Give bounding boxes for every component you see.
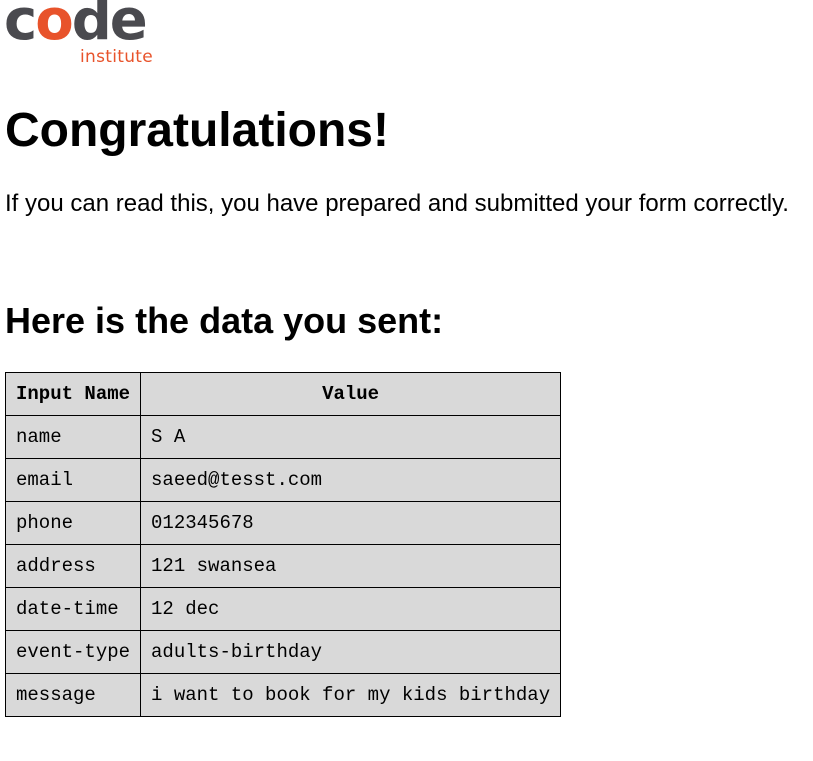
value-cell: i want to book for my kids birthday xyxy=(140,673,562,717)
table-row: event-type adults-birthday xyxy=(4,630,562,674)
section-heading: Here is the data you sent: xyxy=(5,300,444,341)
table-row: phone 012345678 xyxy=(4,501,562,545)
table-row: date-time 12 dec xyxy=(4,587,562,631)
table-row: name S A xyxy=(4,415,562,459)
value-cell: adults-birthday xyxy=(140,630,562,674)
value-cell: 12 dec xyxy=(140,587,562,631)
column-header-input-name: Input Name xyxy=(4,372,142,416)
table-header-row: Input Name Value xyxy=(4,372,562,416)
intro-text: If you can read this, you have prepared … xyxy=(5,190,789,217)
input-name-cell: date-time xyxy=(4,587,142,631)
value-cell: 012345678 xyxy=(140,501,562,545)
logo-letters-de: de xyxy=(71,0,148,53)
table-row: email saeed@tesst.com xyxy=(4,458,562,502)
input-name-cell: message xyxy=(4,673,142,717)
input-name-cell: event-type xyxy=(4,630,142,674)
page-title: Congratulations! xyxy=(5,104,389,157)
code-institute-logo: code institute xyxy=(4,0,164,70)
value-cell: saeed@tesst.com xyxy=(140,458,562,502)
column-header-value: Value xyxy=(140,372,562,416)
logo-letter-c: c xyxy=(4,0,37,53)
value-cell: 121 swansea xyxy=(140,544,562,588)
logo-letter-o: o xyxy=(35,0,74,53)
logo-subtitle: institute xyxy=(80,47,154,67)
input-name-cell: name xyxy=(4,415,142,459)
table-row: message i want to book for my kids birth… xyxy=(4,673,562,717)
input-name-cell: address xyxy=(4,544,142,588)
table-row: address 121 swansea xyxy=(4,544,562,588)
input-name-cell: email xyxy=(4,458,142,502)
input-name-cell: phone xyxy=(4,501,142,545)
submitted-data-table: Input Name Value name S A email saeed@te… xyxy=(4,372,562,717)
value-cell: S A xyxy=(140,415,562,459)
